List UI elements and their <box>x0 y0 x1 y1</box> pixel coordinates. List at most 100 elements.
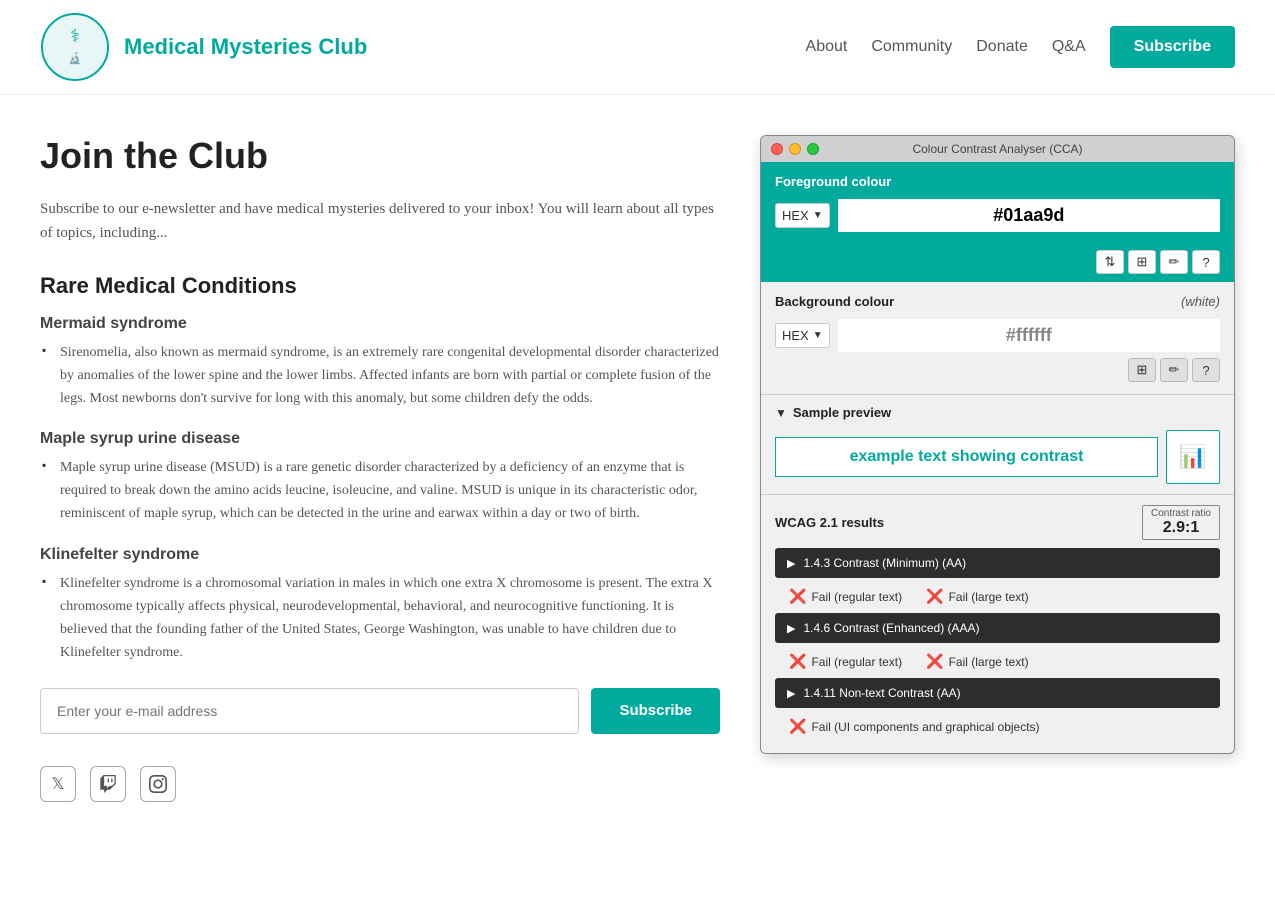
cca-wcag-header: WCAG 2.1 results Contrast ratio 2.9:1 <box>775 505 1220 540</box>
cca-aa-fail-regular-text: Fail (regular text) <box>811 590 902 604</box>
condition-klinefelter-item: Klinefelter syndrome is a chromosomal va… <box>40 572 720 664</box>
subscribe-form: Subscribe <box>40 688 720 734</box>
cca-fg-picker-button[interactable]: ✏ <box>1160 250 1188 274</box>
cca-criterion-nontext-arrow: ▶ <box>787 687 795 700</box>
cca-bg-color-row: HEX ▼ <box>775 319 1220 352</box>
cca-bg-dropdown-arrow: ▼ <box>813 330 823 341</box>
cca-aaa-fail-large-text: Fail (large text) <box>949 655 1029 669</box>
condition-mermaid-heading: Mermaid syndrome <box>40 315 720 333</box>
condition-mermaid-item: Sirenomelia, also known as mermaid syndr… <box>40 341 720 410</box>
cca-preview-header: ▼ Sample preview <box>775 405 1220 420</box>
twitter-icon[interactable]: 𝕏 <box>40 766 76 802</box>
section-heading: Rare Medical Conditions <box>40 273 720 299</box>
cca-fg-settings-button[interactable]: ⊞ <box>1128 250 1156 274</box>
cca-aa-fail-regular-icon: ❌ <box>789 588 806 605</box>
condition-mermaid-list: Sirenomelia, also known as mermaid syndr… <box>40 341 720 410</box>
cca-bg-label: Background colour <box>775 294 894 309</box>
cca-bg-help-button[interactable]: ? <box>1192 358 1220 382</box>
cca-title: Colour Contrast Analyser (CCA) <box>912 142 1082 156</box>
cca-contrast-box: Contrast ratio 2.9:1 <box>1142 505 1220 540</box>
cca-bg-format-value: HEX <box>782 328 809 343</box>
cca-fg-format-value: HEX <box>782 208 809 223</box>
cca-bg-settings-button[interactable]: ⊞ <box>1128 358 1156 382</box>
condition-msud: Maple syrup urine disease Maple syrup ur… <box>40 430 720 525</box>
twitch-icon[interactable] <box>90 766 126 802</box>
main-nav: About Community Donate Q&A Subscribe <box>806 26 1235 68</box>
cca-nontext-fail-text: Fail (UI components and graphical object… <box>811 720 1039 734</box>
cca-fg-swap-button[interactable]: ⇅ <box>1096 250 1124 274</box>
cca-aaa-fail-regular-text: Fail (regular text) <box>811 655 902 669</box>
cca-contrast-ratio-label: Contrast ratio <box>1151 508 1211 519</box>
cca-aa-fail-large-icon: ❌ <box>926 588 943 605</box>
cca-contrast-ratio-value: 2.9:1 <box>1163 519 1199 536</box>
cca-background-section: Background colour (white) HEX ▼ ⊞ ✏ ? <box>761 282 1234 394</box>
cca-criterion-aaa-label: 1.4.6 Contrast (Enhanced) (AAA) <box>803 621 979 635</box>
cca-fg-tools: ⇅ ⊞ ✏ ? <box>761 244 1234 282</box>
nav-about[interactable]: About <box>806 38 848 56</box>
cca-criterion-aa[interactable]: ▶ 1.4.3 Contrast (Minimum) (AA) <box>775 548 1220 578</box>
cca-foreground-section: Foreground colour HEX ▼ <box>761 162 1234 244</box>
main-layout: Join the Club Subscribe to our e-newslet… <box>0 95 1275 842</box>
cca-criterion-nontext[interactable]: ▶ 1.4.11 Non-text Contrast (AA) <box>775 678 1220 708</box>
cca-criterion-aaa[interactable]: ▶ 1.4.6 Contrast (Enhanced) (AAA) <box>775 613 1220 643</box>
cca-criterion-nontext-label: 1.4.11 Non-text Contrast (AA) <box>803 686 960 700</box>
condition-klinefelter-list: Klinefelter syndrome is a chromosomal va… <box>40 572 720 664</box>
window-maximize-button[interactable] <box>807 143 819 155</box>
cca-nontext-results: ❌ Fail (UI components and graphical obje… <box>775 712 1220 743</box>
cca-fg-color-input[interactable] <box>838 199 1220 232</box>
cca-fg-color-row: HEX ▼ <box>775 199 1220 232</box>
window-close-button[interactable] <box>771 143 783 155</box>
instagram-icon[interactable] <box>140 766 176 802</box>
cca-fg-format-select[interactable]: HEX ▼ <box>775 203 830 228</box>
page-title: Join the Club <box>40 135 720 177</box>
cca-aa-result-regular: ❌ Fail (regular text) <box>789 588 902 605</box>
condition-msud-heading: Maple syrup urine disease <box>40 430 720 448</box>
nav-donate[interactable]: Donate <box>976 38 1028 56</box>
cca-bg-picker-button[interactable]: ✏ <box>1160 358 1188 382</box>
cca-panel: Colour Contrast Analyser (CCA) Foregroun… <box>760 135 1235 754</box>
window-minimize-button[interactable] <box>789 143 801 155</box>
cca-window-buttons <box>771 143 819 155</box>
cca-aaa-result-regular: ❌ Fail (regular text) <box>789 653 902 670</box>
cca-bg-white-label: (white) <box>1181 294 1220 309</box>
cca-criterion-aa-arrow: ▶ <box>787 557 795 570</box>
cca-fg-label: Foreground colour <box>775 174 1220 189</box>
header-subscribe-button[interactable]: Subscribe <box>1110 26 1235 68</box>
svg-text:⚕: ⚕ <box>70 26 80 46</box>
cca-chart-button[interactable]: 📊 <box>1166 430 1220 484</box>
condition-klinefelter: Klinefelter syndrome Klinefelter syndrom… <box>40 546 720 664</box>
cca-fg-help-button[interactable]: ? <box>1192 250 1220 274</box>
condition-msud-item: Maple syrup urine disease (MSUD) is a ra… <box>40 456 720 525</box>
cca-aaa-results: ❌ Fail (regular text) ❌ Fail (large text… <box>775 647 1220 678</box>
cca-titlebar: Colour Contrast Analyser (CCA) <box>761 136 1234 162</box>
cca-nontext-result-ui: ❌ Fail (UI components and graphical obje… <box>789 718 1040 735</box>
intro-text: Subscribe to our e-newsletter and have m… <box>40 197 720 245</box>
condition-msud-list: Maple syrup urine disease (MSUD) is a ra… <box>40 456 720 525</box>
site-title: Medical Mysteries Club <box>124 34 367 60</box>
cca-preview-label: Sample preview <box>793 405 891 420</box>
cca-sample-text: example text showing contrast <box>775 437 1158 477</box>
nav-community[interactable]: Community <box>871 38 952 56</box>
cca-criterion-aa-label: 1.4.3 Contrast (Minimum) (AA) <box>803 556 966 570</box>
cca-bg-color-input[interactable] <box>838 319 1220 352</box>
cca-bg-tools: ⊞ ✏ ? <box>775 358 1220 382</box>
cca-criterion-aaa-arrow: ▶ <box>787 622 795 635</box>
form-subscribe-button[interactable]: Subscribe <box>591 688 720 734</box>
cca-wcag-title: WCAG 2.1 results <box>775 515 884 530</box>
logo-area: ⚕ 🔬 Medical Mysteries Club <box>40 12 367 82</box>
nav-qa[interactable]: Q&A <box>1052 38 1086 56</box>
cca-chart-icon: 📊 <box>1179 444 1206 470</box>
cca-preview-section: ▼ Sample preview example text showing co… <box>761 394 1234 494</box>
condition-mermaid: Mermaid syndrome Sirenomelia, also known… <box>40 315 720 410</box>
email-input[interactable] <box>40 688 579 734</box>
cca-bg-label-row: Background colour (white) <box>775 294 1220 309</box>
cca-preview-triangle: ▼ <box>775 406 787 420</box>
svg-text:🔬: 🔬 <box>68 51 82 65</box>
cca-aa-results: ❌ Fail (regular text) ❌ Fail (large text… <box>775 582 1220 613</box>
cca-wcag-section: WCAG 2.1 results Contrast ratio 2.9:1 ▶ … <box>761 494 1234 753</box>
cca-bg-format-select[interactable]: HEX ▼ <box>775 323 830 348</box>
content-area: Join the Club Subscribe to our e-newslet… <box>40 135 720 802</box>
cca-aaa-fail-regular-icon: ❌ <box>789 653 806 670</box>
cca-nontext-fail-icon: ❌ <box>789 718 806 735</box>
cca-aa-fail-large-text: Fail (large text) <box>949 590 1029 604</box>
